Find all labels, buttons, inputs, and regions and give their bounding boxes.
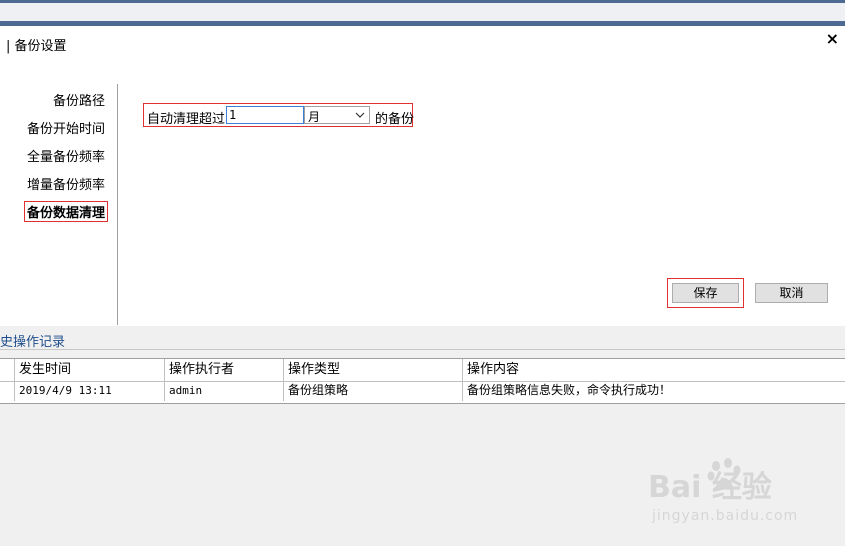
top-band xyxy=(0,0,845,26)
baidu-jingyan-watermark: Bai 经验 jingyan.baidu.com xyxy=(648,458,838,528)
nav-item-backup-data-cleanup[interactable]: 备份数据清理 xyxy=(23,201,108,222)
cell-content: 备份组策略信息失败，命令执行成功！ xyxy=(467,383,672,397)
history-divider xyxy=(0,349,845,350)
cleanup-value-input[interactable]: 1 xyxy=(226,106,304,124)
nav-item-full-backup-frequency[interactable]: 全量备份频率 xyxy=(27,146,105,165)
nav-item-backup-start-time[interactable]: 备份开始时间 xyxy=(27,118,105,137)
history-table: 发生时间 操作执行者 操作类型 操作内容 2019/4/9 13:11 admi… xyxy=(0,358,845,404)
column-header-type[interactable]: 操作类型 xyxy=(284,359,463,380)
row-selector[interactable] xyxy=(0,380,15,401)
column-header-content[interactable]: 操作内容 xyxy=(463,359,845,380)
table-row[interactable]: 2019/4/9 13:11 admin 备份组策略 备份组策略信息失败，命令执… xyxy=(0,380,845,402)
save-button[interactable]: 保存 xyxy=(672,283,739,303)
history-section-title: 史操作记录 xyxy=(0,335,66,350)
auto-cleanup-row: 自动清理超过 1 月 的备份 xyxy=(143,103,415,127)
chevron-down-icon xyxy=(354,107,366,126)
close-icon[interactable]: × xyxy=(826,29,839,48)
save-button-highlight: 保存 xyxy=(667,278,744,308)
cancel-button[interactable]: 取消 xyxy=(755,283,828,303)
table-header-row: 发生时间 操作执行者 操作类型 操作内容 xyxy=(0,359,845,382)
cell-type: 备份组策略 xyxy=(284,380,463,401)
cell-time: 2019/4/9 13:11 xyxy=(15,380,165,401)
auto-cleanup-prefix-label: 自动清理超过 xyxy=(147,112,226,127)
dialog-title: | 备份设置 xyxy=(6,39,67,54)
nav-item-backup-path[interactable]: 备份路径 xyxy=(53,90,105,109)
cleanup-unit-value: 月 xyxy=(308,110,321,124)
paw-icon xyxy=(706,456,742,492)
auto-cleanup-suffix-label: 的备份 xyxy=(375,112,415,127)
nav-divider xyxy=(117,84,118,325)
top-accent-line xyxy=(0,0,845,3)
watermark-url: jingyan.baidu.com xyxy=(652,508,799,524)
backup-settings-dialog: | 备份设置 × 备份路径 备份开始时间 全量备份频率 增量备份频率 备份数据清… xyxy=(0,26,845,326)
nav-item-incremental-backup-frequency[interactable]: 增量备份频率 xyxy=(27,174,105,193)
column-header-operator[interactable]: 操作执行者 xyxy=(165,359,284,380)
column-header-time[interactable]: 发生时间 xyxy=(15,359,165,380)
cleanup-unit-select[interactable]: 月 xyxy=(304,106,370,124)
cell-operator: admin xyxy=(165,380,284,401)
row-selector-header xyxy=(0,359,15,380)
